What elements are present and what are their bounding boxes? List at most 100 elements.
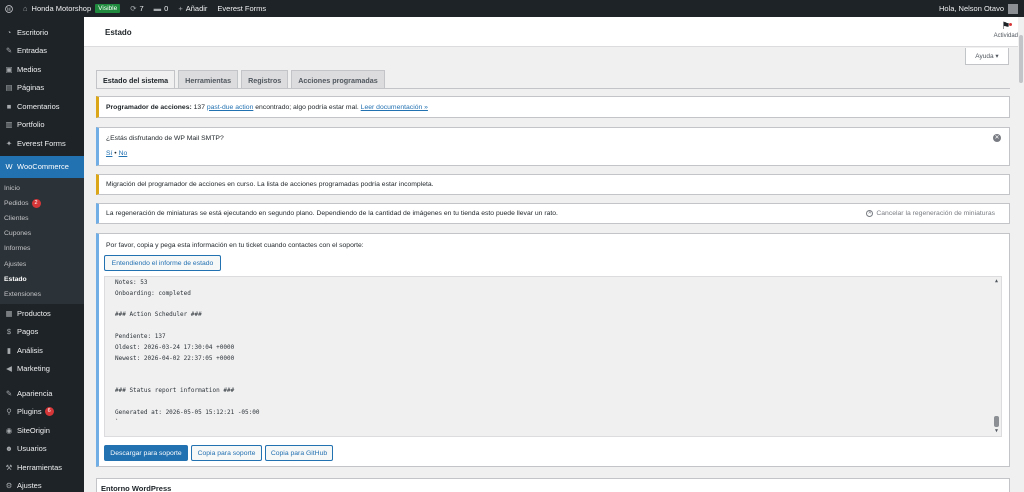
greeting: Hola, Nelson Otavo <box>938 4 1004 13</box>
activity-button[interactable]: ⚑ Actividad <box>994 21 1018 39</box>
updates-link[interactable]: ⟳ 7 <box>125 0 148 17</box>
submenu-item-clientes[interactable]: Clientes <box>0 211 84 226</box>
understand-report-button[interactable]: Entendiendo el informe de estado <box>104 255 221 271</box>
tab-herramientas[interactable]: Herramientas <box>178 70 239 89</box>
new-content-link[interactable]: + Añadir <box>173 0 212 17</box>
page-title: Estado <box>105 28 132 37</box>
sidebar-item-label: Ajustes <box>17 481 42 491</box>
page-scrollbar[interactable] <box>1018 17 1024 492</box>
read-docs-link[interactable]: Leer documentación » <box>361 104 428 111</box>
help-button[interactable]: Ayuda ▾ <box>965 48 1009 65</box>
copy-for-support-button[interactable]: Copia para soporte <box>191 445 262 461</box>
sidebar-item-pagos[interactable]: $ Pagos <box>0 323 84 342</box>
status-tabs: Estado del sistema Herramientas Registros A… <box>96 70 388 89</box>
cancel-regeneration-link[interactable]: ✕ Cancelar la regeneración de miniaturas <box>866 204 995 223</box>
sidebar-item-comentarios[interactable]: ■ Comentarios <box>0 97 84 116</box>
support-info-box: Por favor, copia y pega esta información… <box>96 233 1010 467</box>
submenu-item-label: Extensiones <box>4 290 42 298</box>
sidebar-item-productos[interactable]: ▦ Productos <box>0 304 84 323</box>
submenu-item-estado[interactable]: Estado <box>0 272 84 287</box>
sidebar-item-siteorigin[interactable]: ◉ SiteOrigin <box>0 421 84 440</box>
sidebar-item-woocommerce[interactable]: W WooCommerce <box>0 155 84 178</box>
dismiss-icon[interactable]: ✕ <box>993 134 1001 142</box>
download-for-support-button[interactable]: Descargar para soporte <box>104 445 188 461</box>
sidebar-item-label: WooCommerce <box>17 162 69 171</box>
avatar <box>1008 3 1018 14</box>
report-scrollbar[interactable]: ▲ ▼ <box>993 278 1000 435</box>
comments-icon: ■ <box>6 101 12 111</box>
admin-sidebar: ◔ Escritorio ✎ Entradas ▣ Medios ▤ Páginas ■ Come… <box>0 17 84 492</box>
wordpress-logo-icon[interactable]: W <box>0 0 18 17</box>
copy-for-github-button[interactable]: Copia para GitHub <box>265 445 333 461</box>
activity-dot <box>1009 23 1012 26</box>
tab-registros[interactable]: Registros <box>241 70 289 89</box>
scroll-up-icon[interactable]: ▲ <box>993 278 1000 285</box>
account-menu[interactable]: Hola, Nelson Otavo <box>934 0 1024 17</box>
report-scroll-thumb[interactable] <box>994 416 999 427</box>
media-icon: ▣ <box>5 64 13 74</box>
submenu-item-informes[interactable]: Informes <box>0 241 84 256</box>
submenu-item-extensiones[interactable]: Extensiones <box>0 287 84 302</box>
sidebar-item-label: Marketing <box>17 364 50 374</box>
scheduler-label: Programador de acciones: <box>106 103 192 111</box>
submenu-item-ajustes[interactable]: Ajustes <box>0 256 84 271</box>
comments-link[interactable]: ▬ 0 <box>149 0 174 17</box>
report-line: Onboarding: completed <box>115 289 191 297</box>
sidebar-item-marketing[interactable]: ◀ Marketing <box>0 360 84 379</box>
report-line <box>115 364 260 375</box>
smtp-no-link[interactable]: No <box>119 150 128 157</box>
sidebar-item-herramientas[interactable]: ⚒ Herramientas <box>0 458 84 477</box>
plus-icon: + <box>178 4 183 13</box>
scrollbar-thumb[interactable] <box>1019 35 1023 83</box>
sidebar-item-label: Medios <box>17 64 42 74</box>
sidebar-item-label: Pagos <box>17 327 39 337</box>
woo-icon: W <box>5 162 13 171</box>
report-line <box>115 397 260 408</box>
sidebar-item-label: Páginas <box>17 83 45 93</box>
sidebar-item-p-ginas[interactable]: ▤ Páginas <box>0 79 84 98</box>
thumbnail-regeneration-notice: La regeneración de miniaturas se está ej… <box>96 203 1010 224</box>
scroll-down-icon[interactable]: ▼ <box>993 428 1000 435</box>
sidebar-item-label: Everest Forms <box>17 138 66 148</box>
report-line: ### Status report information ### <box>115 386 235 394</box>
sidebar-item-plugins[interactable]: ⚲ Plugins 6 <box>0 403 84 422</box>
new-label: Añadir <box>185 4 208 13</box>
sidebar-item-label: Plugins <box>17 407 42 417</box>
report-line <box>115 321 260 332</box>
users-icon: ☻ <box>5 444 13 454</box>
sidebar-item-apariencia[interactable]: ✎ Apariencia <box>0 384 84 403</box>
submenu-item-cupones[interactable]: Cupones <box>0 226 84 241</box>
sidebar-item-label: Análisis <box>17 345 43 355</box>
cancel-regen-label: Cancelar la regeneración de miniaturas <box>876 210 995 217</box>
everest-forms-link[interactable]: Everest Forms <box>212 0 271 17</box>
sidebar-item-escritorio[interactable]: ◔ Escritorio <box>0 23 84 42</box>
submenu-item-inicio[interactable]: Inicio <box>0 181 84 196</box>
status-report-textarea[interactable]: Notes: 53 Onboarding: completed ### Action… <box>104 276 1002 437</box>
tools-icon: ⚒ <box>5 462 13 472</box>
sidebar-item-label: Usuarios <box>17 444 47 454</box>
sidebar-item-ajustes[interactable]: ⚙ Ajustes <box>0 477 84 492</box>
comments-count: 0 <box>164 4 169 13</box>
tab-acciones-programadas[interactable]: Acciones programadas <box>291 70 385 89</box>
site-name-link[interactable]: ⌂ Honda Motorshop Visible <box>18 0 125 17</box>
sidebar-item-label: Entradas <box>17 46 48 56</box>
sidebar-item-label: Escritorio <box>17 27 49 37</box>
submenu-item-label: Clientes <box>4 214 29 222</box>
admin-bar: W ⌂ Honda Motorshop Visible ⟳ 7 ▬ 0 + Añ… <box>0 0 1024 17</box>
sidebar-item-usuarios[interactable]: ☻ Usuarios <box>0 440 84 459</box>
environment-title: Entorno WordPress <box>101 484 172 492</box>
sidebar-item-an-lisis[interactable]: ▮ Análisis <box>0 341 84 360</box>
submenu-item-pedidos[interactable]: Pedidos 2 <box>0 196 84 211</box>
products-icon: ▦ <box>5 308 13 318</box>
sidebar-item-everest-forms[interactable]: ✦ Everest Forms <box>0 134 84 153</box>
submenu-item-label: Estado <box>4 275 27 283</box>
tab-estado-del-sistema[interactable]: Estado del sistema <box>96 70 176 89</box>
woocommerce-submenu: Inicio Pedidos 2 Clientes Cupones Informes Aju… <box>0 177 84 304</box>
sidebar-item-entradas[interactable]: ✎ Entradas <box>0 42 84 61</box>
sidebar-item-medios[interactable]: ▣ Medios <box>0 60 84 79</box>
submenu-item-label: Pedidos <box>4 199 29 207</box>
comment-bubble-icon: ▬ <box>153 4 162 13</box>
siteorigin-icon: ◉ <box>5 425 13 435</box>
sidebar-item-portfolio[interactable]: ▥ Portfolio <box>0 116 84 135</box>
past-due-link[interactable]: past-due action <box>207 104 253 111</box>
